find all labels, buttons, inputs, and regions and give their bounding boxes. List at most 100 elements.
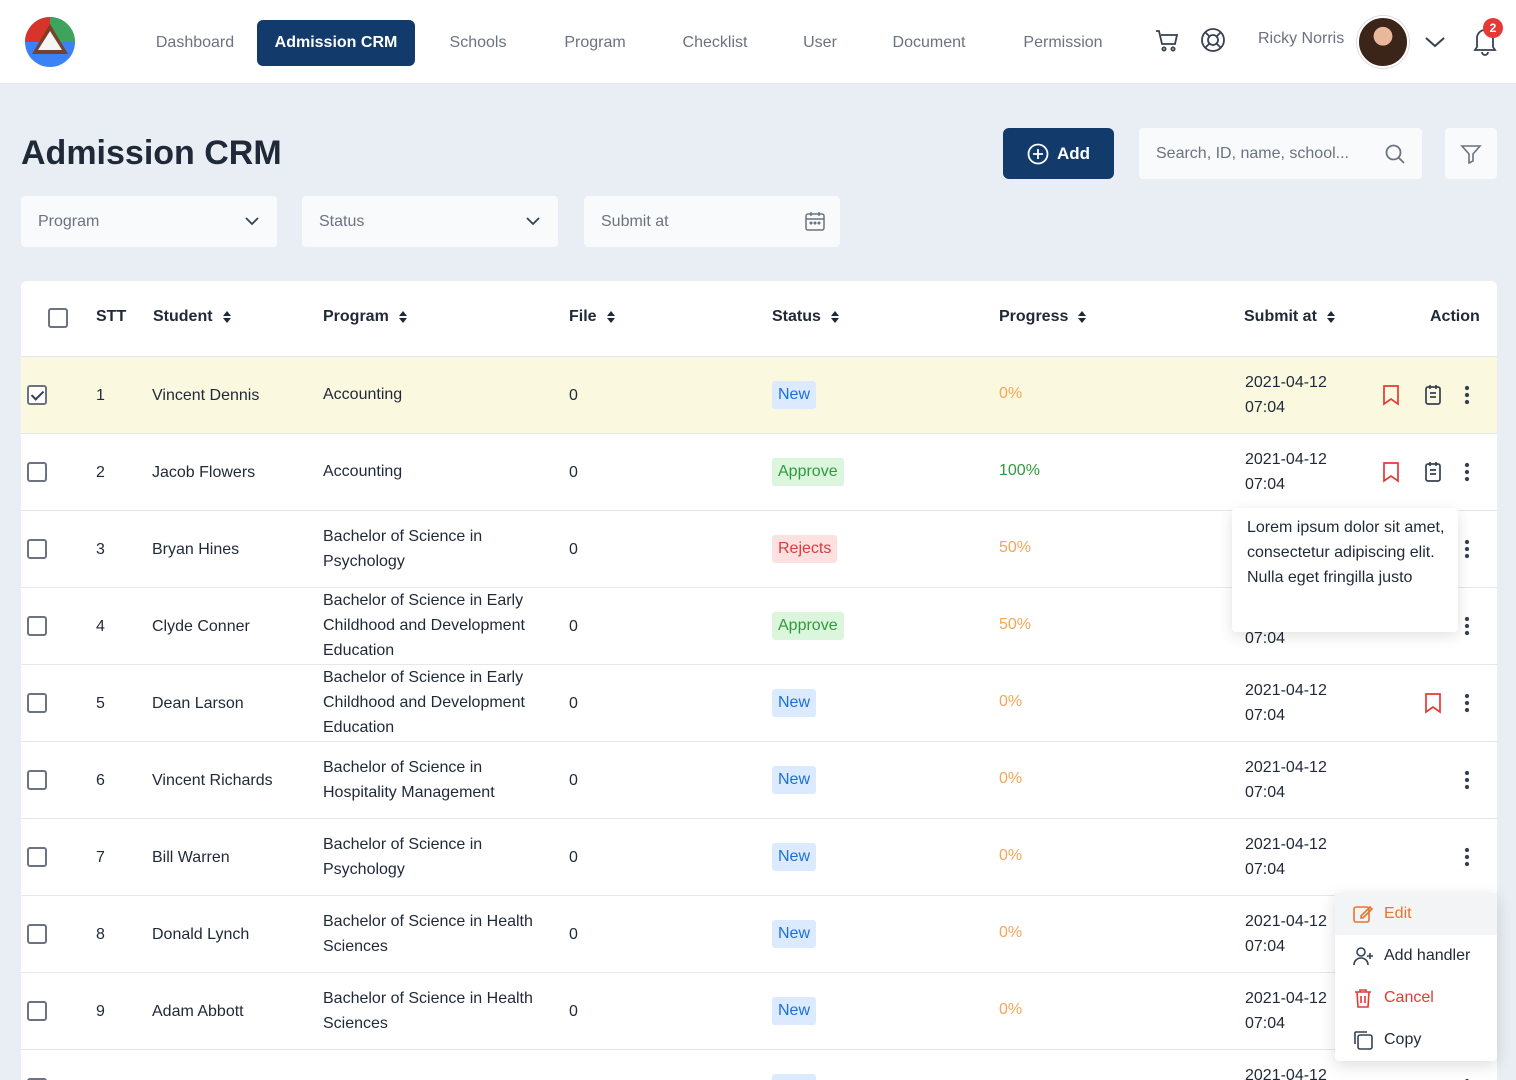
page-title: Admission CRM — [21, 134, 282, 172]
student-name: Bryan Hines — [152, 540, 240, 558]
more-options-icon[interactable] — [1455, 383, 1479, 407]
bookmark-icon[interactable] — [1379, 460, 1403, 484]
search-icon[interactable] — [1383, 142, 1407, 166]
filter-icon — [1460, 144, 1482, 164]
sort-icon — [222, 311, 231, 323]
submit-at-date-picker[interactable]: Submit at — [584, 196, 840, 247]
more-options-icon[interactable] — [1455, 614, 1479, 638]
menu-item-cancel[interactable]: Cancel — [1335, 977, 1497, 1019]
menu-item-copy[interactable]: Copy — [1335, 1019, 1497, 1061]
status-badge: Approve — [772, 611, 844, 640]
row-checkbox[interactable] — [27, 846, 47, 867]
submit-time: 07:04 — [1245, 475, 1286, 493]
program-filter-select[interactable]: Program — [21, 196, 277, 247]
cart-icon[interactable] — [1153, 26, 1181, 54]
bookmark-icon[interactable] — [1421, 691, 1445, 715]
submit-date: 2021-04-12 — [1245, 989, 1327, 1007]
document-icon[interactable] — [1421, 383, 1445, 407]
status-filter-label: Status — [319, 213, 365, 230]
nav-user[interactable]: User — [795, 20, 845, 66]
filter-button[interactable] — [1445, 128, 1497, 179]
status-badge: Approve — [772, 457, 844, 486]
search-box — [1139, 128, 1422, 179]
copy-icon — [1354, 1031, 1373, 1050]
nav-schools[interactable]: Schools — [440, 20, 516, 66]
menu-item-add-handler[interactable]: Add handler — [1335, 935, 1497, 977]
nav-checklist[interactable]: Checklist — [673, 20, 757, 66]
file-count: 0 — [569, 463, 578, 481]
program-name: Bachelor of Science in Psychology — [323, 835, 483, 878]
column-header-submit-at[interactable]: Submit at — [1244, 308, 1336, 326]
file-count: 0 — [569, 694, 578, 712]
column-header-student[interactable]: Student — [153, 308, 232, 326]
program-name: Bachelor of Science in Early Childhood a… — [323, 592, 525, 659]
nav-dashboard[interactable]: Dashboard — [147, 20, 243, 66]
search-input[interactable] — [1139, 128, 1379, 179]
student-name: Dean Larson — [152, 694, 244, 712]
chevron-down-icon[interactable] — [1421, 28, 1449, 56]
progress-value: 0% — [999, 1000, 1023, 1018]
add-button[interactable]: Add — [1003, 128, 1114, 179]
file-count: 0 — [569, 386, 578, 404]
program-name: Bachelor of Science in Health Sciences — [323, 989, 533, 1032]
menu-item-edit[interactable]: Edit — [1335, 893, 1497, 935]
chevron-down-icon — [245, 217, 259, 226]
row-stt: 1 — [96, 386, 105, 404]
row-checkbox[interactable] — [27, 461, 47, 482]
row-checkbox[interactable] — [27, 692, 47, 713]
nav-permission[interactable]: Permission — [1013, 20, 1113, 66]
status-filter-select[interactable]: Status — [302, 196, 558, 247]
nav-admission-crm[interactable]: Admission CRM — [257, 20, 415, 66]
submit-date: 2021-04-12 — [1245, 835, 1327, 853]
user-name[interactable]: Ricky Norris — [1258, 30, 1344, 48]
more-options-icon[interactable] — [1455, 768, 1479, 792]
file-count: 0 — [569, 848, 578, 866]
row-checkbox[interactable] — [27, 769, 47, 790]
column-header-program[interactable]: Program — [323, 308, 408, 326]
more-options-icon[interactable] — [1455, 537, 1479, 561]
more-options-icon[interactable] — [1455, 460, 1479, 484]
row-stt: 4 — [96, 617, 105, 635]
column-header-status[interactable]: Status — [772, 308, 840, 326]
column-header-progress[interactable]: Progress — [999, 308, 1087, 326]
lifebuoy-icon[interactable] — [1199, 26, 1227, 54]
status-badge: New — [772, 996, 817, 1025]
progress-value: 100% — [999, 461, 1040, 479]
status-badge: Rejects — [772, 534, 838, 563]
row-stt: 3 — [96, 540, 105, 558]
status-badge: New — [772, 380, 817, 409]
more-options-icon[interactable] — [1455, 845, 1479, 869]
more-options-icon[interactable] — [1455, 1076, 1479, 1080]
row-stt: 2 — [96, 463, 105, 481]
row-checkbox[interactable] — [27, 923, 47, 944]
submit-at-label: Submit at — [601, 213, 669, 230]
sort-icon — [830, 311, 839, 323]
row-checkbox[interactable] — [27, 384, 47, 405]
column-header-file[interactable]: File — [569, 308, 616, 326]
document-icon[interactable] — [1421, 460, 1445, 484]
select-all-checkbox[interactable] — [48, 308, 68, 328]
avatar[interactable] — [1357, 16, 1409, 68]
file-count: 0 — [569, 771, 578, 789]
sort-icon — [606, 311, 615, 323]
row-stt: 7 — [96, 848, 105, 866]
app-logo[interactable] — [24, 16, 76, 68]
progress-value: 0% — [999, 384, 1023, 402]
bookmark-icon[interactable] — [1379, 383, 1403, 407]
submit-time: 07:04 — [1245, 860, 1286, 878]
submit-time: 07:04 — [1245, 706, 1286, 724]
submit-date: 2021-04-12 — [1245, 758, 1327, 776]
row-checkbox[interactable] — [27, 538, 47, 559]
status-badge: New — [772, 1073, 817, 1080]
row-checkbox[interactable] — [27, 1000, 47, 1021]
chevron-down-icon — [526, 217, 540, 226]
nav-program[interactable]: Program — [554, 20, 636, 66]
student-name: Donald Lynch — [152, 925, 250, 943]
submit-date: 2021-04-12 — [1245, 681, 1327, 699]
top-navbar: Dashboard Admission CRM Schools Program … — [0, 0, 1516, 84]
program-name: Accounting — [323, 463, 403, 480]
nav-document[interactable]: Document — [882, 20, 976, 66]
more-options-icon[interactable] — [1455, 691, 1479, 715]
row-checkbox[interactable] — [27, 615, 47, 636]
calendar-icon — [805, 212, 825, 231]
